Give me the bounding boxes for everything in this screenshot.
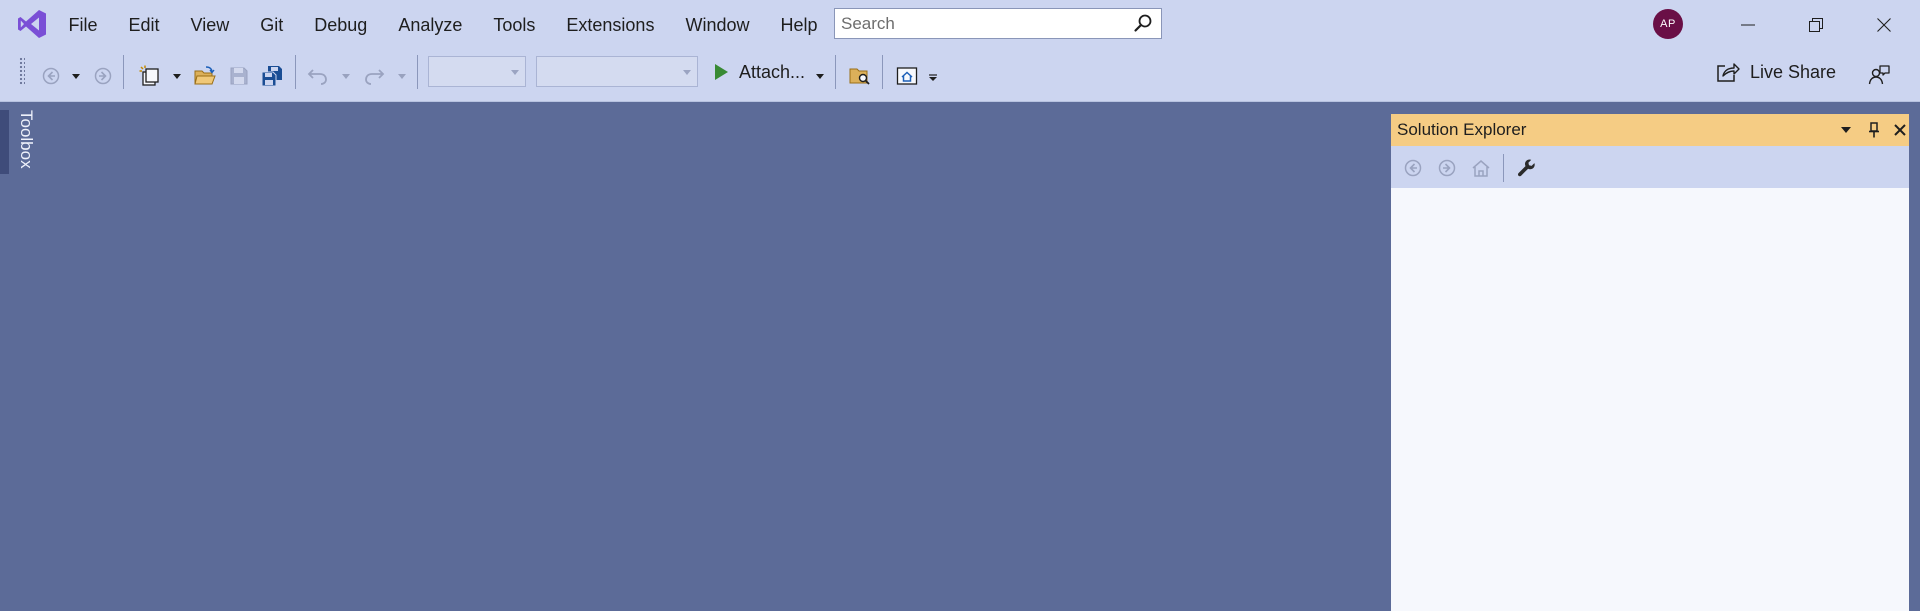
menu-extensions[interactable]: Extensions	[551, 0, 670, 50]
menu-analyze[interactable]: Analyze	[383, 0, 478, 50]
minimize-button[interactable]	[1714, 0, 1782, 50]
new-project-button[interactable]	[137, 50, 163, 102]
solution-explorer-tree[interactable]	[1391, 188, 1909, 611]
chevron-down-icon	[683, 70, 691, 75]
close-button[interactable]	[1850, 0, 1918, 50]
navigate-back-dropdown[interactable]	[69, 50, 83, 102]
chevron-down-icon	[1841, 127, 1851, 133]
browser-link-button[interactable]	[893, 50, 921, 102]
restore-button[interactable]	[1782, 0, 1850, 50]
save-all-icon	[261, 66, 282, 87]
undo-icon	[307, 69, 327, 85]
auto-hide-button[interactable]	[1862, 118, 1886, 142]
menu-file[interactable]: File	[53, 0, 113, 50]
redo-button[interactable]	[361, 50, 387, 102]
new-project-icon	[139, 65, 159, 86]
undo-button[interactable]	[305, 50, 331, 102]
toolbar-separator	[295, 55, 296, 89]
back-icon	[1404, 159, 1422, 177]
feedback-button[interactable]	[1864, 50, 1894, 102]
open-file-button[interactable]	[192, 50, 218, 102]
search-input[interactable]	[835, 9, 1125, 38]
navigate-forward-button[interactable]	[92, 50, 114, 102]
wrench-icon	[1517, 159, 1535, 177]
search-icon[interactable]	[1133, 13, 1153, 33]
menu-debug[interactable]: Debug	[299, 0, 383, 50]
solution-platform-combo[interactable]	[536, 56, 698, 87]
search-box	[834, 8, 1162, 39]
menu-window[interactable]: Window	[670, 0, 765, 50]
attach-button[interactable]: Attach...	[713, 56, 805, 88]
toolbox-tab-marker[interactable]	[0, 110, 9, 174]
menu-bar: File Edit View Git Debug Analyze Tools E…	[53, 0, 833, 50]
play-icon	[715, 64, 728, 80]
chevron-down-icon	[398, 73, 406, 79]
se-home-button[interactable]	[1467, 154, 1495, 182]
toolbar-separator	[882, 55, 883, 89]
close-icon	[1894, 124, 1906, 136]
toolbar-separator	[417, 55, 418, 89]
se-properties-button[interactable]	[1513, 154, 1541, 182]
back-icon	[42, 67, 60, 85]
chevron-down-icon	[511, 70, 519, 75]
redo-dropdown[interactable]	[395, 50, 409, 102]
forward-icon	[1438, 159, 1456, 177]
se-back-button[interactable]	[1399, 154, 1427, 182]
solution-explorer-panel: Solution Explorer	[1391, 114, 1909, 611]
live-share-label: Live Share	[1750, 61, 1837, 82]
chevron-down-icon	[173, 73, 181, 79]
navigate-back-button[interactable]	[40, 50, 62, 102]
open-folder-icon	[194, 66, 216, 85]
menu-help[interactable]: Help	[765, 0, 833, 50]
save-button[interactable]	[226, 50, 252, 102]
save-icon	[230, 67, 248, 85]
save-all-button[interactable]	[259, 50, 285, 102]
redo-icon	[365, 69, 385, 85]
chevron-down-icon	[342, 73, 350, 79]
live-share-icon	[1717, 63, 1740, 82]
toolbar-separator	[1503, 154, 1504, 182]
menu-git[interactable]: Git	[245, 0, 299, 50]
home-icon	[1472, 160, 1490, 177]
toolbar-grip[interactable]	[19, 57, 25, 85]
solution-explorer-header: Solution Explorer	[1391, 114, 1909, 146]
toolbar-separator	[123, 55, 124, 89]
pin-icon	[1869, 122, 1879, 138]
restore-icon	[1809, 18, 1823, 32]
visual-studio-logo-icon[interactable]	[16, 8, 48, 40]
solution-explorer-toolbar	[1391, 146, 1909, 188]
chevron-down-icon	[816, 73, 824, 79]
attach-label: Attach...	[739, 61, 806, 82]
attach-dropdown[interactable]	[813, 50, 827, 102]
menu-view[interactable]: View	[175, 0, 245, 50]
window-position-button[interactable]	[1834, 118, 1858, 142]
chevron-down-icon	[72, 73, 80, 79]
browser-home-icon	[896, 67, 918, 85]
live-share-button[interactable]: Live Share	[1716, 56, 1836, 88]
find-in-files-button[interactable]	[846, 50, 874, 102]
toolbar-separator	[835, 55, 836, 89]
menu-edit[interactable]: Edit	[113, 0, 175, 50]
minimize-icon	[1741, 24, 1755, 26]
feedback-icon	[1868, 65, 1890, 85]
overflow-chevron-icon	[929, 74, 937, 81]
solution-explorer-title: Solution Explorer	[1397, 120, 1527, 139]
toolbox-tab[interactable]: Toolbox	[12, 110, 36, 180]
se-forward-button[interactable]	[1433, 154, 1461, 182]
new-project-dropdown[interactable]	[170, 50, 184, 102]
account-avatar[interactable]: AP	[1653, 9, 1683, 39]
solution-configuration-combo[interactable]	[428, 56, 526, 87]
toolbar-overflow-button[interactable]	[926, 58, 940, 98]
undo-dropdown[interactable]	[339, 50, 353, 102]
find-in-files-icon	[849, 68, 870, 85]
standard-toolbar	[0, 50, 1920, 102]
forward-icon	[94, 67, 112, 85]
close-icon	[1877, 18, 1891, 32]
title-bar: File Edit View Git Debug Analyze Tools E…	[0, 0, 1920, 50]
close-panel-button[interactable]	[1888, 118, 1912, 142]
menu-tools[interactable]: Tools	[478, 0, 551, 50]
